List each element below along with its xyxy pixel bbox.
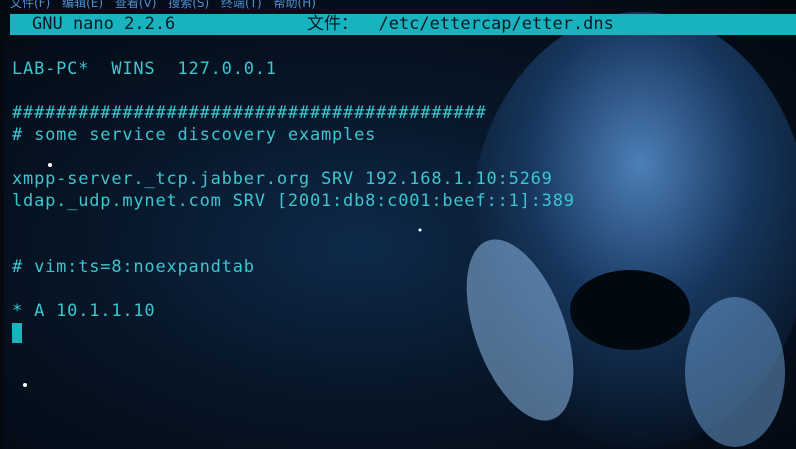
- terminal-menubar[interactable]: 文件(F) 编辑(E) 查看(V) 搜索(S) 终端(T) 帮助(H): [10, 0, 316, 10]
- editor-line: xmpp-server._tcp.jabber.org SRV 192.168.…: [12, 169, 553, 189]
- file-path: 文件： /etc/ettercap/etter.dns: [307, 14, 614, 34]
- editor-line: ldap._udp.mynet.com SRV [2001:db8:c001:b…: [12, 191, 575, 211]
- editor-line: # some service discovery examples: [12, 125, 377, 145]
- app-version: GNU nano 2.2.6: [32, 14, 176, 34]
- editor-line: # vim:ts=8:noexpandtab: [12, 257, 255, 277]
- editor-line: * A 10.1.1.10: [12, 301, 156, 321]
- editor-text-area[interactable]: LAB-PC* WINS 127.0.0.1 ##################…: [12, 36, 575, 344]
- editor-line: LAB-PC* WINS 127.0.0.1: [12, 59, 277, 79]
- nano-titlebar: GNU nano 2.2.6 文件： /etc/ettercap/etter.dn…: [10, 14, 796, 35]
- cursor-line: [12, 322, 575, 344]
- editor-line: ########################################…: [12, 103, 487, 123]
- text-cursor: [12, 323, 22, 343]
- window-border: [0, 0, 4, 449]
